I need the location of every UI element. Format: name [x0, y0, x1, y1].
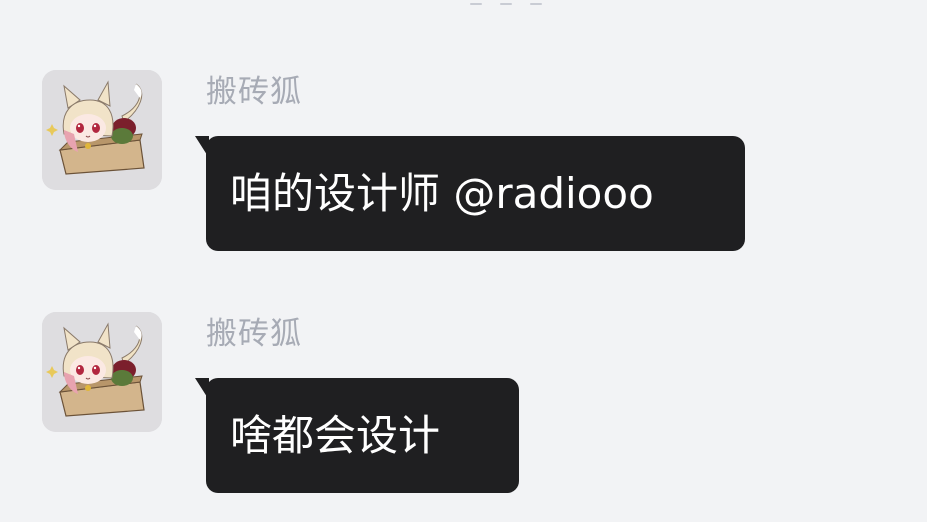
sender-name: 搬砖狐: [206, 74, 302, 110]
sender-name: 搬砖狐: [206, 316, 302, 352]
message-bubble[interactable]: 啥都会设计: [195, 378, 519, 493]
fox-girl-in-box-icon: [42, 312, 162, 432]
avatar[interactable]: [42, 70, 162, 190]
bubble-tail: [195, 378, 209, 400]
avatar[interactable]: [42, 312, 162, 432]
previous-message-fragment: [470, 0, 560, 6]
message-bubble[interactable]: 咱的设计师 @radiooo: [195, 136, 745, 251]
fox-girl-in-box-icon: [42, 70, 162, 190]
message-text: 啥都会设计: [230, 411, 441, 460]
bubble-tail: [195, 136, 209, 158]
message-text: 咱的设计师 @radiooo: [230, 169, 654, 218]
chat-view: 搬砖狐 咱的设计师 @radiooo 搬砖狐 啥都会设计: [0, 0, 927, 522]
